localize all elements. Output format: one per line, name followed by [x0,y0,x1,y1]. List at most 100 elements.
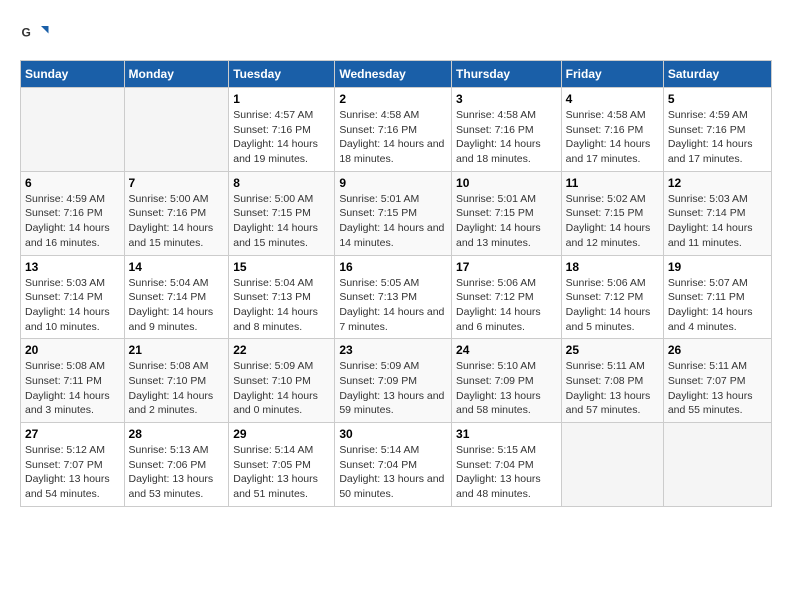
day-number: 13 [25,260,120,274]
calendar-cell: 28 Sunrise: 5:13 AM Sunset: 7:06 PM Dayli… [124,423,229,507]
calendar-cell: 19 Sunrise: 5:07 AM Sunset: 7:11 PM Dayli… [663,255,771,339]
day-info: Sunrise: 5:01 AM Sunset: 7:15 PM Dayligh… [339,192,447,251]
day-number: 7 [129,176,225,190]
calendar-cell: 14 Sunrise: 5:04 AM Sunset: 7:14 PM Dayli… [124,255,229,339]
calendar-cell: 12 Sunrise: 5:03 AM Sunset: 7:14 PM Dayli… [663,171,771,255]
calendar-cell: 21 Sunrise: 5:08 AM Sunset: 7:10 PM Dayli… [124,339,229,423]
day-number: 22 [233,343,330,357]
day-of-week-header: Saturday [663,61,771,88]
day-info: Sunrise: 5:03 AM Sunset: 7:14 PM Dayligh… [668,192,767,251]
day-number: 18 [566,260,659,274]
svg-text:G: G [22,26,31,40]
calendar-cell: 4Sunrise: 4:58 AM Sunset: 7:16 PM Daylig… [561,88,663,172]
day-number: 30 [339,427,447,441]
day-number: 21 [129,343,225,357]
day-info: Sunrise: 5:06 AM Sunset: 7:12 PM Dayligh… [456,276,557,335]
day-number: 2 [339,92,447,106]
day-info: Sunrise: 5:09 AM Sunset: 7:10 PM Dayligh… [233,359,330,418]
calendar-cell: 26Sunrise: 5:11 AM Sunset: 7:07 PM Dayli… [663,339,771,423]
calendar-cell: 7Sunrise: 5:00 AM Sunset: 7:16 PM Daylig… [124,171,229,255]
calendar-cell: 24 Sunrise: 5:10 AM Sunset: 7:09 PM Dayli… [452,339,562,423]
day-of-week-header: Wednesday [335,61,452,88]
calendar-cell: 17 Sunrise: 5:06 AM Sunset: 7:12 PM Dayli… [452,255,562,339]
day-info: Sunrise: 5:09 AM Sunset: 7:09 PM Dayligh… [339,359,447,418]
day-number: 24 [456,343,557,357]
day-number: 19 [668,260,767,274]
calendar-cell: 2 Sunrise: 4:58 AM Sunset: 7:16 PM Daylig… [335,88,452,172]
day-info: Sunrise: 5:02 AM Sunset: 7:15 PM Dayligh… [566,192,659,251]
day-info: Sunrise: 5:10 AM Sunset: 7:09 PM Dayligh… [456,359,557,418]
calendar-cell: 27Sunrise: 5:12 AM Sunset: 7:07 PM Dayli… [21,423,125,507]
calendar-header-row: SundayMondayTuesdayWednesdayThursdayFrid… [21,61,772,88]
calendar-cell: 23 Sunrise: 5:09 AM Sunset: 7:09 PM Dayli… [335,339,452,423]
day-number: 14 [129,260,225,274]
day-number: 8 [233,176,330,190]
day-info: Sunrise: 4:59 AM Sunset: 7:16 PM Dayligh… [25,192,120,251]
calendar-cell: 29 Sunrise: 5:14 AM Sunset: 7:05 PM Dayli… [229,423,335,507]
day-number: 5 [668,92,767,106]
day-number: 28 [129,427,225,441]
calendar-cell: 31Sunrise: 5:15 AM Sunset: 7:04 PM Dayli… [452,423,562,507]
day-info: Sunrise: 5:12 AM Sunset: 7:07 PM Dayligh… [25,443,120,502]
day-info: Sunrise: 5:13 AM Sunset: 7:06 PM Dayligh… [129,443,225,502]
day-number: 1 [233,92,330,106]
calendar-cell: 13 Sunrise: 5:03 AM Sunset: 7:14 PM Dayli… [21,255,125,339]
day-number: 20 [25,343,120,357]
day-of-week-header: Sunday [21,61,125,88]
calendar-cell: 6Sunrise: 4:59 AM Sunset: 7:16 PM Daylig… [21,171,125,255]
calendar-week-row: 1Sunrise: 4:57 AM Sunset: 7:16 PM Daylig… [21,88,772,172]
day-number: 23 [339,343,447,357]
day-number: 10 [456,176,557,190]
calendar-week-row: 20 Sunrise: 5:08 AM Sunset: 7:11 PM Dayli… [21,339,772,423]
calendar-cell [21,88,125,172]
calendar-cell: 11 Sunrise: 5:02 AM Sunset: 7:15 PM Dayli… [561,171,663,255]
day-info: Sunrise: 4:58 AM Sunset: 7:16 PM Dayligh… [339,108,447,167]
day-info: Sunrise: 5:06 AM Sunset: 7:12 PM Dayligh… [566,276,659,335]
day-info: Sunrise: 5:14 AM Sunset: 7:04 PM Dayligh… [339,443,447,502]
day-number: 9 [339,176,447,190]
day-info: Sunrise: 5:08 AM Sunset: 7:10 PM Dayligh… [129,359,225,418]
calendar-cell [561,423,663,507]
day-info: Sunrise: 5:11 AM Sunset: 7:08 PM Dayligh… [566,359,659,418]
day-number: 17 [456,260,557,274]
day-number: 15 [233,260,330,274]
day-number: 25 [566,343,659,357]
day-info: Sunrise: 5:07 AM Sunset: 7:11 PM Dayligh… [668,276,767,335]
calendar-cell: 5Sunrise: 4:59 AM Sunset: 7:16 PM Daylig… [663,88,771,172]
day-of-week-header: Tuesday [229,61,335,88]
calendar-cell: 15Sunrise: 5:04 AM Sunset: 7:13 PM Dayli… [229,255,335,339]
day-info: Sunrise: 4:58 AM Sunset: 7:16 PM Dayligh… [456,108,557,167]
page-header: G [20,20,772,50]
day-number: 3 [456,92,557,106]
calendar-cell: 25 Sunrise: 5:11 AM Sunset: 7:08 PM Dayli… [561,339,663,423]
day-number: 12 [668,176,767,190]
calendar-cell: 8 Sunrise: 5:00 AM Sunset: 7:15 PM Daylig… [229,171,335,255]
day-info: Sunrise: 5:03 AM Sunset: 7:14 PM Dayligh… [25,276,120,335]
calendar-cell: 10Sunrise: 5:01 AM Sunset: 7:15 PM Dayli… [452,171,562,255]
calendar-cell: 18 Sunrise: 5:06 AM Sunset: 7:12 PM Dayli… [561,255,663,339]
day-number: 31 [456,427,557,441]
logo-icon: G [20,20,50,50]
day-info: Sunrise: 5:05 AM Sunset: 7:13 PM Dayligh… [339,276,447,335]
day-info: Sunrise: 5:14 AM Sunset: 7:05 PM Dayligh… [233,443,330,502]
calendar-cell: 22 Sunrise: 5:09 AM Sunset: 7:10 PM Dayli… [229,339,335,423]
calendar-week-row: 27Sunrise: 5:12 AM Sunset: 7:07 PM Dayli… [21,423,772,507]
day-number: 11 [566,176,659,190]
day-number: 29 [233,427,330,441]
day-of-week-header: Thursday [452,61,562,88]
day-info: Sunrise: 4:58 AM Sunset: 7:16 PM Dayligh… [566,108,659,167]
day-info: Sunrise: 5:08 AM Sunset: 7:11 PM Dayligh… [25,359,120,418]
calendar-cell: 1Sunrise: 4:57 AM Sunset: 7:16 PM Daylig… [229,88,335,172]
calendar-week-row: 13 Sunrise: 5:03 AM Sunset: 7:14 PM Dayli… [21,255,772,339]
day-info: Sunrise: 5:04 AM Sunset: 7:14 PM Dayligh… [129,276,225,335]
calendar-cell: 3 Sunrise: 4:58 AM Sunset: 7:16 PM Daylig… [452,88,562,172]
day-of-week-header: Monday [124,61,229,88]
day-info: Sunrise: 5:00 AM Sunset: 7:15 PM Dayligh… [233,192,330,251]
calendar-cell: 20 Sunrise: 5:08 AM Sunset: 7:11 PM Dayli… [21,339,125,423]
calendar-cell: 16 Sunrise: 5:05 AM Sunset: 7:13 PM Dayli… [335,255,452,339]
calendar-cell: 30 Sunrise: 5:14 AM Sunset: 7:04 PM Dayli… [335,423,452,507]
day-number: 16 [339,260,447,274]
logo: G [20,20,54,50]
calendar-cell [124,88,229,172]
day-number: 26 [668,343,767,357]
